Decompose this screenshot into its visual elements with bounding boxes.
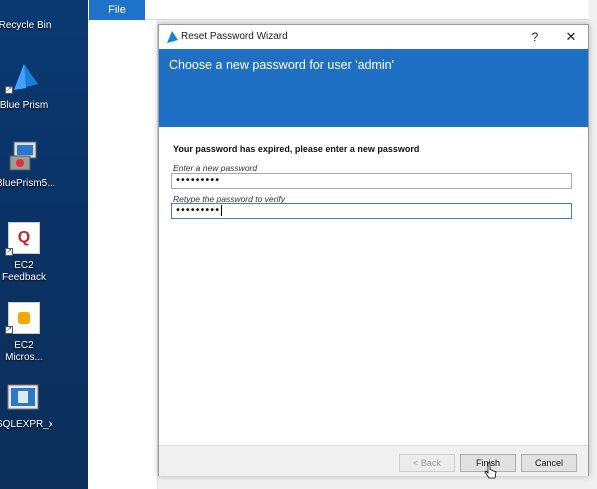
text-caret bbox=[221, 204, 223, 216]
new-password-label: Enter a new password bbox=[173, 163, 258, 173]
new-password-value: ••••••••• bbox=[175, 175, 220, 186]
blue-prism-logo-icon bbox=[167, 31, 178, 43]
blue-prism-icon bbox=[14, 64, 38, 90]
desktop-icon-label: EC2 Micros... bbox=[5, 340, 43, 363]
close-button[interactable]: ✕ bbox=[561, 28, 581, 46]
expired-message: Your password has expired, please enter … bbox=[173, 144, 420, 154]
installer-icon bbox=[9, 141, 37, 171]
mouse-pointer-icon bbox=[484, 462, 497, 479]
help-button[interactable]: ? bbox=[525, 28, 545, 46]
back-button[interactable]: < Back bbox=[399, 454, 455, 472]
desktop-icon-label: EC2 Feedback bbox=[2, 260, 46, 283]
verify-password-value: ••••••••• bbox=[175, 205, 220, 216]
desktop-icon-label: SQLEXPR_x... bbox=[0, 419, 52, 430]
shortcut-arrow-icon: ↗ bbox=[5, 326, 13, 334]
dialog-title: Reset Password Wizard bbox=[181, 31, 288, 42]
shortcut-arrow-icon: ↗ bbox=[5, 248, 13, 256]
app-side-panel bbox=[88, 20, 158, 489]
reset-password-dialog: Reset Password Wizard ? ✕ Choose a new p… bbox=[158, 24, 589, 476]
shortcut-arrow-icon: ↗ bbox=[5, 86, 13, 94]
verify-password-field[interactable]: ••••••••• bbox=[171, 203, 572, 219]
cancel-button[interactable]: Cancel bbox=[521, 454, 577, 472]
file-tab[interactable]: File bbox=[89, 0, 145, 20]
dialog-banner: Choose a new password for user 'admin' bbox=[159, 49, 588, 127]
dialog-footer: < Back Finish Cancel bbox=[159, 445, 588, 476]
new-password-field[interactable]: ••••••••• bbox=[171, 173, 572, 189]
desktop-icon-label: Blue Prism bbox=[0, 100, 49, 111]
desktop-icon-label: Recycle Bin bbox=[0, 20, 52, 31]
window-edge bbox=[589, 0, 597, 489]
dialog-titlebar[interactable]: Reset Password Wizard ? ✕ bbox=[159, 25, 588, 49]
app-ribbon bbox=[88, 0, 597, 20]
desktop-icon-label: BluePrism5.... bbox=[0, 178, 54, 189]
sql-express-icon bbox=[7, 384, 39, 410]
banner-title: Choose a new password for user 'admin' bbox=[169, 58, 395, 72]
dialog-content: Your password has expired, please enter … bbox=[159, 127, 588, 445]
desktop: Recycle Bin ↗ Blue Prism BluePrism5.... … bbox=[0, 0, 88, 489]
